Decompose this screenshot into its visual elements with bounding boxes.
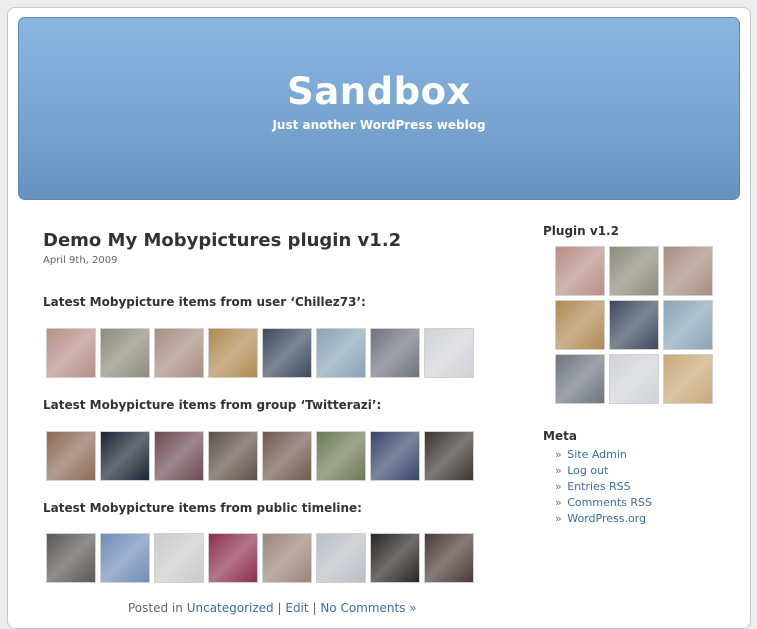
photo-thumbnail[interactable] xyxy=(262,328,312,378)
meta-link-site-admin[interactable]: » Site Admin xyxy=(555,447,652,463)
photo-thumbnail[interactable] xyxy=(555,300,605,350)
photo-thumbnail[interactable] xyxy=(370,328,420,378)
blog-tagline: Just another WordPress weblog xyxy=(272,118,486,132)
post-meta: Posted in Uncategorized | Edit | No Comm… xyxy=(128,601,417,615)
photo-thumbnail[interactable] xyxy=(424,533,474,583)
thumbs-group xyxy=(46,431,474,481)
photo-thumbnail[interactable] xyxy=(100,533,150,583)
section-heading-public: Latest Mobypicture items from public tim… xyxy=(43,501,362,515)
post-title[interactable]: Demo My Mobypictures plugin v1.2 xyxy=(43,230,493,251)
photo-thumbnail[interactable] xyxy=(154,431,204,481)
post-date: April 9th, 2009 xyxy=(43,255,118,266)
thumbs-user xyxy=(46,328,474,378)
photo-thumbnail[interactable] xyxy=(555,246,605,296)
photo-thumbnail[interactable] xyxy=(46,328,96,378)
bullet-icon: » xyxy=(555,448,562,461)
photo-thumbnail[interactable] xyxy=(262,431,312,481)
meta-link-entries-rss[interactable]: » Entries RSS xyxy=(555,479,652,495)
photo-thumbnail[interactable] xyxy=(154,328,204,378)
photo-thumbnail[interactable] xyxy=(262,533,312,583)
photo-thumbnail[interactable] xyxy=(208,431,258,481)
plugin-thumb-grid xyxy=(555,246,715,404)
photo-thumbnail[interactable] xyxy=(208,533,258,583)
bullet-icon: » xyxy=(555,496,562,509)
photo-thumbnail[interactable] xyxy=(663,246,713,296)
meta-separator: | xyxy=(277,601,282,615)
bullet-icon: » xyxy=(555,464,562,477)
sidebar: Plugin v1.2 Meta » Site Admin » Log out … xyxy=(543,224,743,525)
post: Demo My Mobypictures plugin v1.2 April 9… xyxy=(43,230,493,615)
photo-thumbnail[interactable] xyxy=(370,533,420,583)
bullet-icon: » xyxy=(555,480,562,493)
photo-thumbnail[interactable] xyxy=(316,533,366,583)
posted-in-label: Posted in xyxy=(128,601,183,615)
meta-widget-title: Meta xyxy=(543,429,577,443)
photo-thumbnail[interactable] xyxy=(424,431,474,481)
photo-thumbnail[interactable] xyxy=(208,328,258,378)
photo-thumbnail[interactable] xyxy=(609,246,659,296)
edit-link[interactable]: Edit xyxy=(285,601,308,615)
photo-thumbnail[interactable] xyxy=(663,300,713,350)
photo-thumbnail[interactable] xyxy=(316,328,366,378)
photo-thumbnail[interactable] xyxy=(663,354,713,404)
photo-thumbnail[interactable] xyxy=(370,431,420,481)
comments-link[interactable]: No Comments » xyxy=(320,601,416,615)
photo-thumbnail[interactable] xyxy=(609,354,659,404)
photo-thumbnail[interactable] xyxy=(316,431,366,481)
photo-thumbnail[interactable] xyxy=(609,300,659,350)
thumbs-public xyxy=(46,533,474,583)
blog-title[interactable]: Sandbox xyxy=(19,70,739,113)
site-header: Sandbox Just another WordPress weblog xyxy=(18,17,740,200)
meta-link-wordpress-org[interactable]: » WordPress.org xyxy=(555,511,652,527)
photo-thumbnail[interactable] xyxy=(100,431,150,481)
bullet-icon: » xyxy=(555,512,562,525)
photo-thumbnail[interactable] xyxy=(46,533,96,583)
meta-link-comments-rss[interactable]: » Comments RSS xyxy=(555,495,652,511)
photo-thumbnail[interactable] xyxy=(555,354,605,404)
category-link[interactable]: Uncategorized xyxy=(187,601,274,615)
meta-link-log-out[interactable]: » Log out xyxy=(555,463,652,479)
meta-separator: | xyxy=(312,601,317,615)
photo-thumbnail[interactable] xyxy=(154,533,204,583)
section-heading-group: Latest Mobypicture items from group ‘Twi… xyxy=(43,398,382,412)
photo-thumbnail[interactable] xyxy=(424,328,474,378)
meta-links: » Site Admin » Log out » Entries RSS » C… xyxy=(555,447,652,527)
photo-thumbnail[interactable] xyxy=(46,431,96,481)
page-container: Sandbox Just another WordPress weblog De… xyxy=(7,7,751,629)
plugin-widget-title: Plugin v1.2 xyxy=(543,224,619,238)
photo-thumbnail[interactable] xyxy=(100,328,150,378)
section-heading-user: Latest Mobypicture items from user ‘Chil… xyxy=(43,295,366,309)
